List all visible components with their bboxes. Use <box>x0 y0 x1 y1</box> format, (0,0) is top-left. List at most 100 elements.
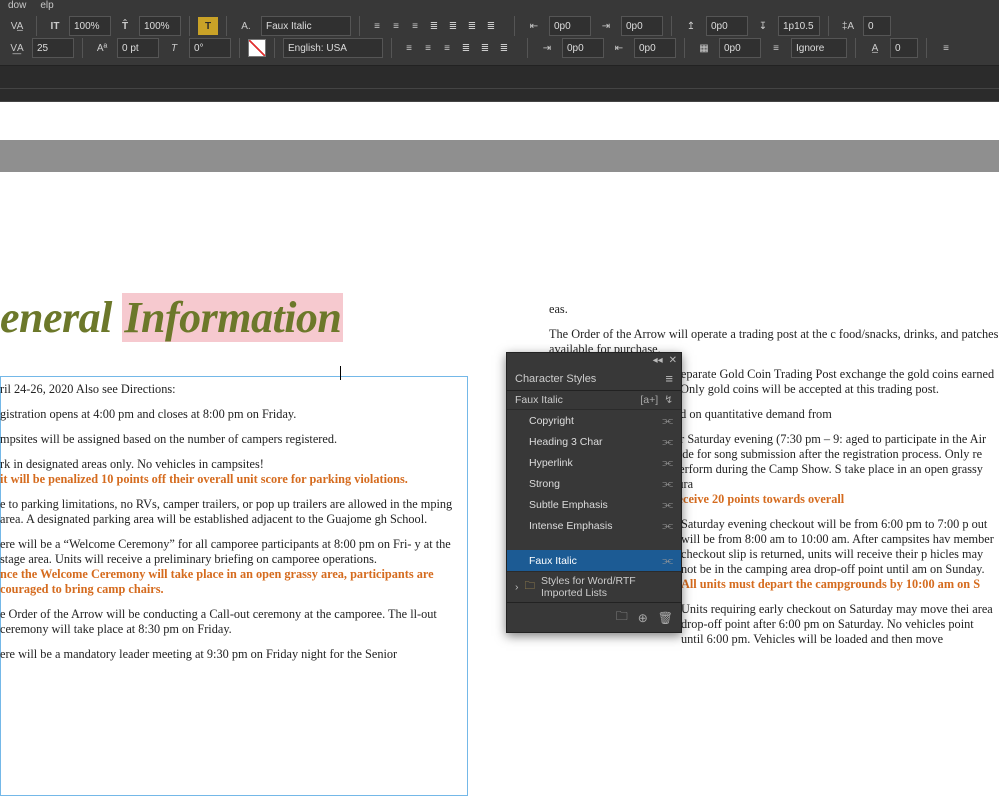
page-header-band <box>0 140 999 172</box>
first-indent-field[interactable]: 0p0 <box>562 38 604 58</box>
font-style-label-icon: A. <box>235 16 257 36</box>
indent-right-field[interactable]: 0p0 <box>621 16 663 36</box>
justify-left-icon[interactable]: ≣ <box>425 17 443 35</box>
hyphen-icon: ≡ <box>765 38 787 58</box>
warning-text: nce the Welcome Ceremony will take place… <box>0 567 434 596</box>
style-folder-row[interactable]: › 🗀 Styles for Word/RTF Imported Lists <box>507 571 681 602</box>
valign-bottom-icon[interactable]: ≡ <box>438 39 456 57</box>
document-canvas[interactable]: eneral Information ril 24-26, 2020 Also … <box>0 102 999 752</box>
separator <box>239 38 240 58</box>
tracking-icon: V͟A <box>6 38 28 58</box>
separator <box>189 16 190 36</box>
justify-all-icon[interactable]: ≣ <box>482 17 500 35</box>
dropcap-chars-icon: A̲ <box>864 38 886 58</box>
tracking-field[interactable]: 25 <box>32 38 74 58</box>
align-right-icon[interactable]: ≡ <box>406 17 424 35</box>
chevron-right-icon: › <box>515 581 519 593</box>
delete-style-icon[interactable]: 🗑 <box>658 611 673 625</box>
menu-item[interactable]: dow <box>8 0 26 11</box>
style-item[interactable]: Copyright⫘ <box>507 410 681 431</box>
body-paragraph: e to parking limitations, no RVs, camper… <box>0 497 465 527</box>
align-left-icon[interactable]: ≡ <box>368 17 386 35</box>
justify-right-icon[interactable]: ≣ <box>463 17 481 35</box>
dropcap-lines-field[interactable]: 0 <box>863 16 891 36</box>
last-indent-field[interactable]: 0p0 <box>634 38 676 58</box>
grid-align-icon: ▦ <box>693 38 715 58</box>
split-columns-icon[interactable]: ≣ <box>495 39 513 57</box>
separator <box>828 16 829 36</box>
warning-text: it will be penalized 10 points off their… <box>0 472 408 486</box>
indent-left-icon: ⇤ <box>523 16 545 36</box>
align-center-icon[interactable]: ≡ <box>387 17 405 35</box>
baseline-field[interactable]: 0 pt <box>117 38 159 58</box>
link-icon: ⫘ <box>662 434 673 449</box>
link-icon: ⫘ <box>662 497 673 512</box>
font-style-field[interactable]: Faux Italic <box>261 16 351 36</box>
panel-menu-icon[interactable]: ≡ <box>665 371 673 386</box>
collapse-icon[interactable]: ◂◂ <box>653 355 663 366</box>
indent-left-field[interactable]: 0p0 <box>549 16 591 36</box>
style-item[interactable]: Subtle Emphasis⫘ <box>507 494 681 515</box>
fill-swatch[interactable]: T <box>198 17 218 35</box>
last-indent-icon: ⇤ <box>608 38 630 58</box>
valign-center-icon[interactable]: ≡ <box>419 39 437 57</box>
row-body: Units requiring early checkout on Saturd… <box>681 602 999 647</box>
body-column-left[interactable]: ril 24-26, 2020 Also see Directions: gis… <box>0 382 465 672</box>
body-paragraph: eas. <box>549 302 999 317</box>
kerning-icon[interactable]: VA̲ <box>6 16 28 36</box>
app-menubar[interactable]: dow elp <box>0 0 999 11</box>
heading-part-a: eneral <box>0 293 122 342</box>
stroke-none-swatch[interactable] <box>248 39 266 57</box>
new-group-icon[interactable]: 🗀 <box>616 607 628 628</box>
spacer-strip <box>0 66 999 88</box>
grid-field[interactable]: 0p0 <box>719 38 761 58</box>
language-field[interactable]: English: USA <box>283 38 383 58</box>
space-before-field[interactable]: 0p0 <box>706 16 748 36</box>
skew-icon: T <box>163 38 185 58</box>
separator <box>226 16 227 36</box>
style-item[interactable]: Strong⫘ <box>507 473 681 494</box>
separator <box>36 16 37 36</box>
style-item[interactable]: Intense Emphasis⫘ <box>507 515 681 536</box>
folder-label: Styles for Word/RTF Imported Lists <box>541 575 673 599</box>
close-icon[interactable]: ✕ <box>669 355 677 366</box>
dropcap-lines-icon: ‡A <box>837 16 859 36</box>
vscale-field[interactable]: 100% <box>139 16 181 36</box>
hscale-field[interactable]: 100% <box>69 16 111 36</box>
span-columns-icon[interactable]: ≣ <box>476 39 494 57</box>
body-paragraph: mpsites will be assigned based on the nu… <box>0 432 465 447</box>
page-title[interactable]: eneral Information <box>0 292 343 343</box>
horizontal-ruler[interactable] <box>0 88 999 102</box>
space-after-field[interactable]: 1p10.5 <box>778 16 820 36</box>
separator <box>391 38 392 58</box>
dropcap-chars-field[interactable]: 0 <box>890 38 918 58</box>
clear-overrides-icon[interactable]: [a+] <box>640 394 658 406</box>
skew-field[interactable]: 0° <box>189 38 231 58</box>
separator <box>527 38 528 58</box>
baseline-icon: Aª <box>91 38 113 58</box>
valign-top-icon[interactable]: ≡ <box>400 39 418 57</box>
character-styles-panel[interactable]: ◂◂ ✕ Character Styles ≡ Faux Italic [a+]… <box>506 352 682 633</box>
control-bar: VA̲ IT 100% T̂ 100% T A. Faux Italic ≡ ≡… <box>0 11 999 66</box>
new-style-inline-icon[interactable]: ↯ <box>664 394 673 406</box>
style-item-selected[interactable]: Faux Italic⫘ <box>507 550 681 571</box>
space-after-icon: ↧ <box>752 16 774 36</box>
panel-tab[interactable]: Character Styles ≡ <box>507 367 681 391</box>
new-style-icon[interactable]: ⊕ <box>638 611 648 625</box>
align-cluster: ≡ ≡ ≡ ≣ ≣ ≣ ≣ <box>368 17 500 35</box>
justify-center-icon[interactable]: ≣ <box>444 17 462 35</box>
hyphen-field[interactable]: Ignore <box>791 38 847 58</box>
body-paragraph: ere will be a “Welcome Ceremony” for all… <box>0 537 465 597</box>
panel-titlebar[interactable]: ◂◂ ✕ <box>507 353 681 367</box>
menu-item[interactable]: elp <box>40 0 53 11</box>
style-list[interactable]: Copyright⫘ Heading 3 Char⫘ Hyperlink⫘ St… <box>507 410 681 571</box>
panel-footer: 🗀 ⊕ 🗑 <box>507 602 681 632</box>
current-style-row[interactable]: Faux Italic [a+] ↯ <box>507 391 681 410</box>
valign-justify-icon[interactable]: ≣ <box>457 39 475 57</box>
space-before-icon: ↥ <box>680 16 702 36</box>
style-item[interactable]: Heading 3 Char⫘ <box>507 431 681 452</box>
options-icon[interactable]: ≡ <box>935 38 957 58</box>
style-item[interactable]: Hyperlink⫘ <box>507 452 681 473</box>
body-paragraph: e Order of the Arrow will be conducting … <box>0 607 465 637</box>
separator <box>514 16 515 36</box>
